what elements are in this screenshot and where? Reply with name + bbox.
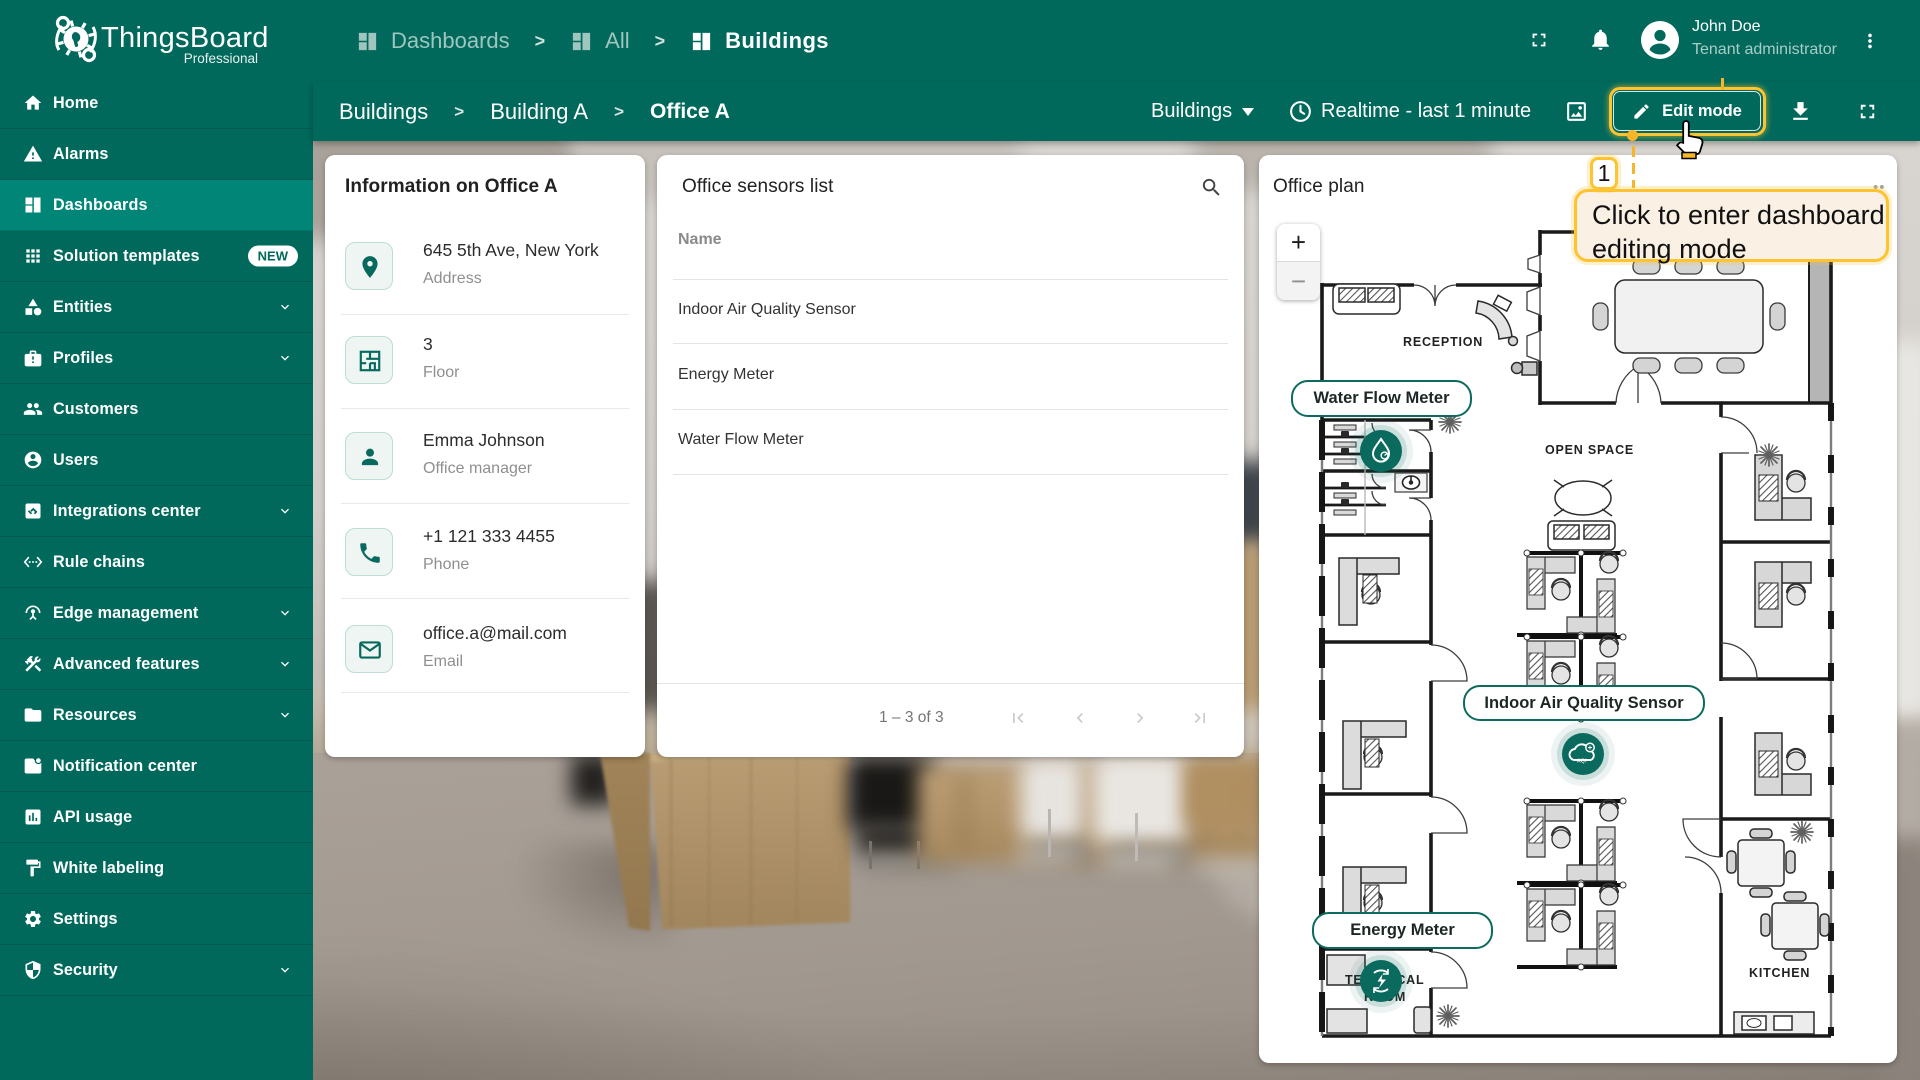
svg-text:AQI: AQI [1577, 759, 1587, 765]
svg-text:KITCHEN: KITCHEN [1749, 966, 1810, 980]
svg-text:OPEN SPACE: OPEN SPACE [1545, 443, 1634, 457]
svg-text:RECEPTION: RECEPTION [1403, 335, 1483, 349]
